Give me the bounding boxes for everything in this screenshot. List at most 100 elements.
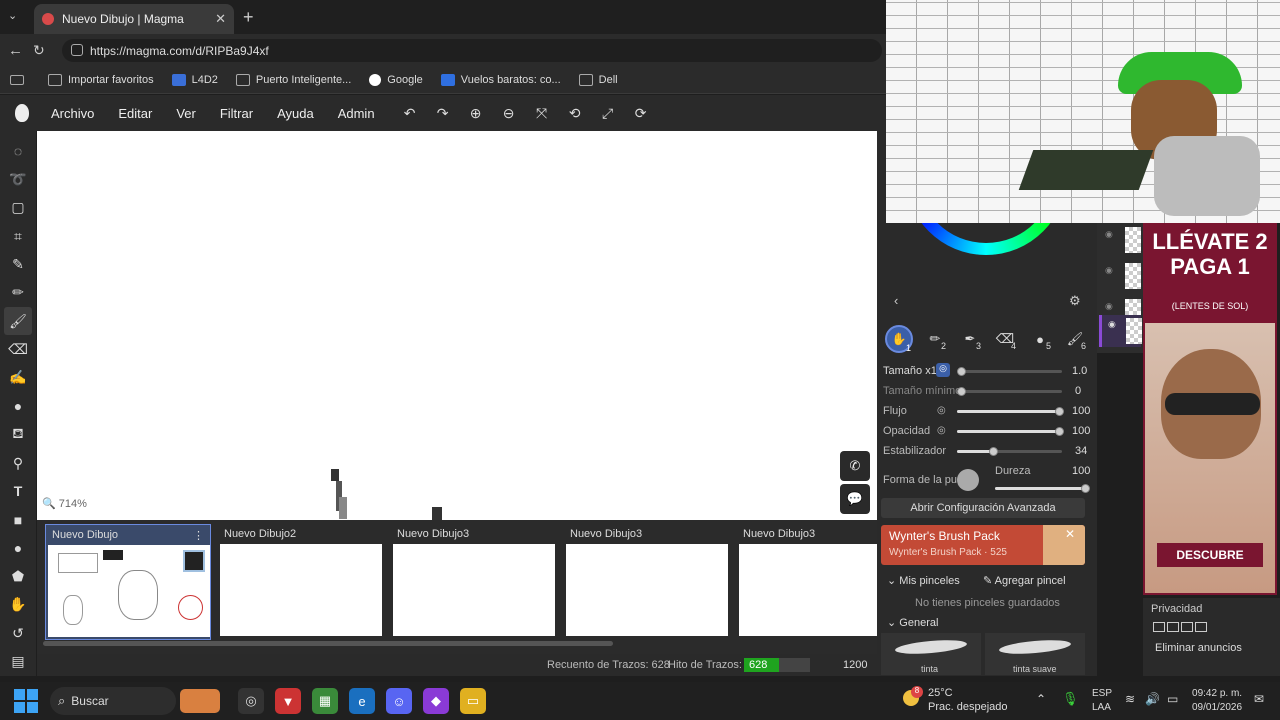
bookmark-item[interactable]: Importar favoritos — [48, 73, 154, 86]
microphone-icon[interactable]: 🎙 — [1062, 691, 1079, 707]
pressure-toggle-icon[interactable]: ◎ — [937, 425, 946, 436]
battery-icon[interactable]: ▭ — [1167, 692, 1178, 706]
menu-editar[interactable]: Editar — [118, 106, 152, 121]
language-indicator[interactable]: ESP LAA — [1092, 687, 1112, 715]
brush-slot-5[interactable]: ● 5 — [1026, 325, 1054, 353]
reload-icon[interactable]: ↻ — [33, 42, 45, 59]
settings-gear-icon[interactable]: ⚙ — [1069, 293, 1081, 309]
document-thumbnail[interactable]: Nuevo Dibujo2 — [218, 524, 384, 640]
my-brushes-section[interactable]: ⌄ Mis pinceles — [887, 574, 960, 587]
menu-ayuda[interactable]: Ayuda — [277, 106, 314, 121]
notification-icon[interactable]: ✉ — [1254, 692, 1264, 706]
size-slider[interactable] — [957, 367, 1062, 376]
pressure-toggle-icon[interactable]: ◎ — [937, 405, 946, 416]
advanced-settings-button[interactable]: Abrir Configuración Avanzada — [881, 498, 1085, 518]
weather-icon[interactable]: 8 — [903, 686, 923, 706]
document-thumbnail[interactable]: Nuevo Dibujo ⋮ — [45, 524, 211, 640]
fullscreen-icon[interactable]: ⤢ — [597, 102, 619, 124]
sidebar-advertisement[interactable]: LLÉVATE 2 PAGA 1 (LENTES DE SOL) DESCUBR… — [1143, 223, 1277, 595]
brush-slot-1[interactable]: ✋ 1 — [885, 325, 913, 353]
stamp-icon[interactable]: ⚲ — [4, 449, 32, 477]
transform-icon[interactable]: ▢ — [4, 194, 32, 222]
bookmark-item[interactable]: Puerto Inteligente... — [235, 73, 351, 86]
collapse-left-icon[interactable]: ‹ — [894, 293, 898, 308]
layout-icons[interactable] — [1153, 622, 1207, 632]
bookmark-item[interactable]: Vuelos baratos: co... — [440, 73, 561, 86]
new-tab-icon[interactable]: + — [243, 7, 254, 28]
eyedropper-icon[interactable]: ✎ — [4, 251, 32, 279]
brush-preset[interactable]: tinta suave — [985, 633, 1085, 675]
volume-icon[interactable]: 🔊 — [1145, 692, 1160, 706]
minecraft-icon[interactable]: ▦ — [312, 688, 338, 714]
menu-archivo[interactable]: Archivo — [51, 106, 94, 121]
pencil-icon[interactable]: ✏ — [4, 279, 32, 307]
brush-preset[interactable]: tinta — [881, 633, 981, 675]
ad-cta-button[interactable]: DESCUBRE — [1157, 543, 1263, 567]
document-thumbnail[interactable]: Nuevo Dibujo3 — [737, 524, 877, 640]
brush-slot-3[interactable]: ✒ 3 — [956, 325, 984, 353]
weather-text[interactable]: 25°C Prac. despejado — [928, 686, 1008, 714]
drawing-canvas[interactable]: ✆ 💬 — [37, 131, 877, 520]
remove-ads-link[interactable]: Eliminar anuncios — [1155, 642, 1242, 654]
taskbar-search[interactable]: ⌕ Buscar — [50, 687, 220, 715]
layer-item[interactable]: ◉ — [1099, 225, 1141, 255]
layer-item-active[interactable]: ◉ — [1099, 315, 1142, 347]
menu-admin[interactable]: Admin — [338, 106, 375, 121]
menu-ver[interactable]: Ver — [176, 106, 196, 121]
url-field[interactable]: https://magma.com/d/RIPBa9J4xf — [62, 39, 882, 62]
min-size-slider[interactable] — [957, 387, 1062, 396]
windows-start-icon[interactable] — [14, 689, 38, 713]
fit-icon[interactable]: ⤧ — [531, 102, 553, 124]
menu-filtrar[interactable]: Filtrar — [220, 106, 253, 121]
text-icon[interactable]: T — [4, 478, 32, 506]
magma-logo-icon[interactable] — [0, 104, 44, 122]
bookmark-item[interactable]: L4D2 — [171, 73, 218, 86]
brush-slot-2[interactable]: ✏ 2 — [921, 325, 949, 353]
history-icon[interactable]: ↺ — [4, 619, 32, 647]
eraser-icon[interactable]: ⌫ — [4, 336, 32, 364]
chevron-up-icon[interactable]: ⌃ — [1036, 692, 1046, 706]
file-explorer-icon[interactable]: ▭ — [460, 688, 486, 714]
brush-slot-4[interactable]: ⌫ 4 — [991, 325, 1019, 353]
site-info-icon[interactable] — [71, 44, 83, 56]
back-icon[interactable]: ← — [8, 42, 23, 59]
brush-slot-6[interactable]: 🖌 6 — [1061, 325, 1089, 353]
lasso-select-icon[interactable]: ◌ — [4, 137, 32, 165]
edge-icon[interactable]: e — [349, 688, 375, 714]
hardness-slider[interactable] — [995, 484, 1090, 493]
document-thumbnail[interactable]: Nuevo Dibujo3 — [391, 524, 557, 640]
pressure-toggle-icon[interactable]: ◎ — [936, 363, 950, 377]
rectangle-icon[interactable]: ■ — [4, 506, 32, 534]
crop-icon[interactable]: ⌗ — [4, 222, 32, 250]
chat-icon[interactable]: 💬 — [840, 484, 870, 514]
clock[interactable]: 09:42 p. m. 09/01/2026 — [1192, 687, 1242, 715]
brush-pack-promo[interactable]: Wynter's Brush Pack Wynter's Brush Pack … — [881, 525, 1085, 565]
bookmark-item[interactable]: Dell — [578, 73, 618, 86]
smudge-icon[interactable]: ✍ — [4, 364, 32, 392]
shape-icon[interactable]: ⬟ — [4, 563, 32, 591]
reading-list-icon[interactable] — [10, 74, 24, 85]
document-thumbnail[interactable]: Nuevo Dibujo3 — [564, 524, 730, 640]
rotate-icon[interactable]: ⟲ — [564, 102, 586, 124]
close-tab-icon[interactable]: ✕ — [215, 11, 226, 27]
tip-shape-preview[interactable] — [957, 469, 979, 491]
layer-item[interactable]: ◉ — [1099, 261, 1141, 291]
flow-slider[interactable] — [957, 407, 1064, 416]
close-promo-icon[interactable]: ✕ — [1065, 527, 1075, 541]
add-brush-button[interactable]: ✎ Agregar pincel — [983, 574, 1066, 587]
color-icon[interactable]: ● — [4, 392, 32, 420]
zoom-in-icon[interactable]: ⊕ — [465, 102, 487, 124]
app-icon[interactable]: ▼ — [275, 688, 301, 714]
tab-list-icon[interactable]: ⌄ — [8, 9, 24, 25]
discord-icon[interactable]: ☺ — [386, 688, 412, 714]
hand-icon[interactable]: ✋ — [4, 591, 32, 619]
more-icon[interactable]: ⋮ — [193, 529, 204, 542]
opacity-slider[interactable] — [957, 427, 1064, 436]
reset-rotation-icon[interactable]: ⟳ — [630, 102, 652, 124]
horizontal-scrollbar[interactable] — [43, 641, 613, 646]
stabilizer-slider[interactable] — [957, 447, 1062, 456]
brush-icon[interactable]: 🖌 — [4, 307, 32, 336]
general-section[interactable]: ⌄ General — [887, 616, 938, 629]
app-icon[interactable]: ◆ — [423, 688, 449, 714]
undo-icon[interactable]: ↶ — [399, 102, 421, 124]
